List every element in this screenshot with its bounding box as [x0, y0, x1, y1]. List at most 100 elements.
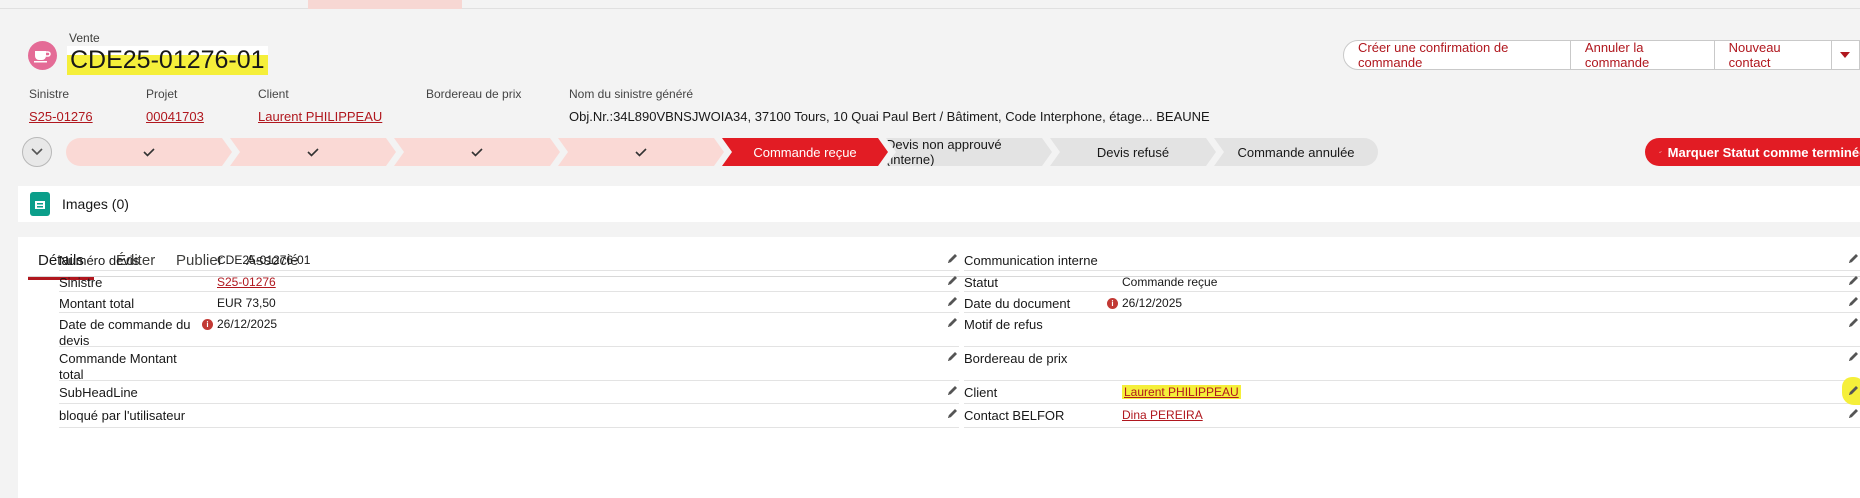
field-date-commande-devis: Date de commande du devis 26/12/2025 i [59, 313, 959, 348]
field-label: Montant total [59, 296, 135, 311]
field-bordereau-prix: Bordereau de prix [964, 347, 1860, 381]
field-value-link[interactable]: S25-01276 [217, 275, 276, 289]
images-card-title[interactable]: Images (0) [62, 196, 129, 212]
field-value: 26/12/2025 [1122, 296, 1183, 310]
new-contact-button[interactable]: Nouveau contact [1713, 40, 1833, 70]
check-icon [634, 145, 648, 159]
path-stage-1[interactable] [66, 138, 232, 166]
pencil-icon[interactable] [946, 316, 959, 329]
highlight-projet: Projet 00041703 [146, 87, 204, 124]
field-label: bloqué par l'utilisateur [59, 408, 186, 423]
highlight-label: Nom du sinistre généré [569, 87, 694, 101]
top-tab-strip [0, 0, 1860, 9]
field-value-link[interactable]: Dina PEREIRA [1122, 408, 1203, 422]
object-type-label: Vente [69, 31, 100, 45]
path-stage-devis-non-approuve[interactable]: Devis non approuvé (interne) [886, 138, 1052, 166]
field-motif-refus: Motif de refus [964, 313, 1860, 347]
active-workspace-tab[interactable] [308, 0, 462, 9]
pencil-icon[interactable] [1847, 295, 1860, 308]
check-icon [142, 145, 156, 159]
highlight-sinistre: Sinistre S25-01276 [29, 87, 93, 124]
mark-status-label: Marquer Statut comme terminé(e) [1667, 144, 1860, 160]
field-label: Communication interne [964, 253, 1098, 268]
field-montant-total: Montant total EUR 73,50 [59, 292, 959, 313]
field-communication-interne: Communication interne [964, 249, 1860, 271]
pencil-icon[interactable] [1847, 407, 1860, 420]
pencil-icon[interactable] [946, 407, 959, 420]
field-sinistre: Sinistre S25-01276 [59, 271, 959, 292]
field-commande-montant-total: Commande Montant total [59, 347, 959, 382]
highlight-client: Client Laurent PHILIPPEAU [258, 87, 382, 124]
highlight-nom-sinistre: Nom du sinistre généré Obj.Nr.:34L890VBN… [569, 87, 1210, 124]
field-statut: Statut Commande reçue [964, 271, 1860, 292]
stage-label: Devis refusé [1096, 144, 1170, 160]
field-label: Commande Montant total [59, 351, 177, 382]
pencil-icon[interactable] [946, 350, 959, 363]
field-value: Commande reçue [1122, 275, 1218, 289]
nom-sinistre-value: Obj.Nr.:34L890VBNSJWOIA34, 37100 Tours, … [569, 109, 1210, 124]
path-stages: Commande reçue Devis non approuvé (intern… [66, 138, 1622, 166]
pencil-icon[interactable] [1847, 384, 1860, 397]
status-path: Commande reçue Devis non approuvé (intern… [0, 137, 1860, 167]
path-stage-commande-annulee[interactable]: Commande annulée [1214, 138, 1378, 166]
field-value: EUR 73,50 [217, 296, 276, 310]
field-label: Date du document [964, 296, 1071, 311]
path-stage-2[interactable] [230, 138, 396, 166]
stage-label: Commande reçue [753, 144, 857, 160]
field-label: Contact BELFOR [964, 408, 1065, 423]
sinistre-link[interactable]: S25-01276 [29, 109, 93, 124]
path-stage-devis-refuse[interactable]: Devis refusé [1050, 138, 1216, 166]
create-order-confirmation-button[interactable]: Créer une confirmation de commande [1343, 40, 1571, 70]
highlight-bordereau: Bordereau de prix [426, 87, 521, 109]
cup-icon [28, 41, 57, 70]
check-icon [306, 145, 320, 159]
check-icon [470, 145, 484, 159]
field-client: Client Laurent PHILIPPEAU [964, 377, 1860, 405]
path-stage-3[interactable] [394, 138, 560, 166]
image-file-icon [30, 192, 50, 216]
action-button-group: Créer une confirmation de commande Annul… [1343, 40, 1860, 70]
images-related-card: Images (0) [18, 186, 1860, 222]
field-subheadline: SubHeadLine [59, 381, 959, 404]
field-label: Bordereau de prix [964, 351, 1068, 366]
chevron-down-icon [1840, 52, 1851, 58]
check-icon [1659, 150, 1662, 154]
path-collapse-toggle[interactable] [22, 137, 52, 167]
projet-link[interactable]: 00041703 [146, 109, 204, 124]
field-contact-belfor: Contact BELFOR Dina PEREIRA [964, 404, 1860, 428]
field-value: CDE25-01276-01 [217, 253, 311, 267]
pencil-icon[interactable] [946, 295, 959, 308]
field-bloque-par-utilisateur: bloqué par l'utilisateur [59, 404, 959, 428]
path-stage-commande-recue[interactable]: Commande reçue [722, 138, 888, 166]
highlight-label: Projet [146, 87, 178, 101]
field-label: Date de commande du devis [59, 317, 191, 348]
field-label: Numéro devis [59, 253, 140, 268]
info-icon[interactable]: i [202, 319, 213, 330]
pencil-icon[interactable] [1847, 350, 1860, 363]
client-link[interactable]: Laurent PHILIPPEAU [258, 109, 382, 124]
pencil-icon[interactable] [1847, 252, 1860, 265]
field-label: Motif de refus [964, 317, 1043, 332]
mark-status-complete-button[interactable]: Marquer Statut comme terminé(e) [1645, 138, 1860, 166]
info-icon[interactable]: i [1107, 298, 1118, 309]
path-stage-4[interactable] [558, 138, 724, 166]
more-actions-button[interactable] [1831, 40, 1860, 70]
highlight-label: Bordereau de prix [426, 87, 522, 101]
stage-label: Devis non approuvé (interne) [886, 137, 1002, 167]
record-title: CDE25-01276-01 [67, 46, 268, 75]
field-label: Statut [964, 275, 998, 290]
details-card: Détails Éditer Publier Associé Numéro de… [18, 237, 1860, 498]
field-value-link[interactable]: Laurent PHILIPPEAU [1122, 385, 1241, 399]
pencil-icon[interactable] [1847, 274, 1860, 287]
pencil-icon[interactable] [946, 274, 959, 287]
pencil-icon[interactable] [946, 252, 959, 265]
field-label: Sinistre [59, 275, 103, 290]
field-label: SubHeadLine [59, 385, 138, 400]
field-numero-devis: Numéro devis CDE25-01276-01 [59, 249, 959, 271]
cancel-order-button[interactable]: Annuler la commande [1569, 40, 1715, 70]
pencil-icon[interactable] [946, 384, 959, 397]
pencil-icon[interactable] [1847, 316, 1860, 329]
field-label: Client [964, 385, 998, 400]
field-date-document: Date du document 26/12/2025 i [964, 292, 1860, 313]
field-value: 26/12/2025 [217, 317, 278, 331]
